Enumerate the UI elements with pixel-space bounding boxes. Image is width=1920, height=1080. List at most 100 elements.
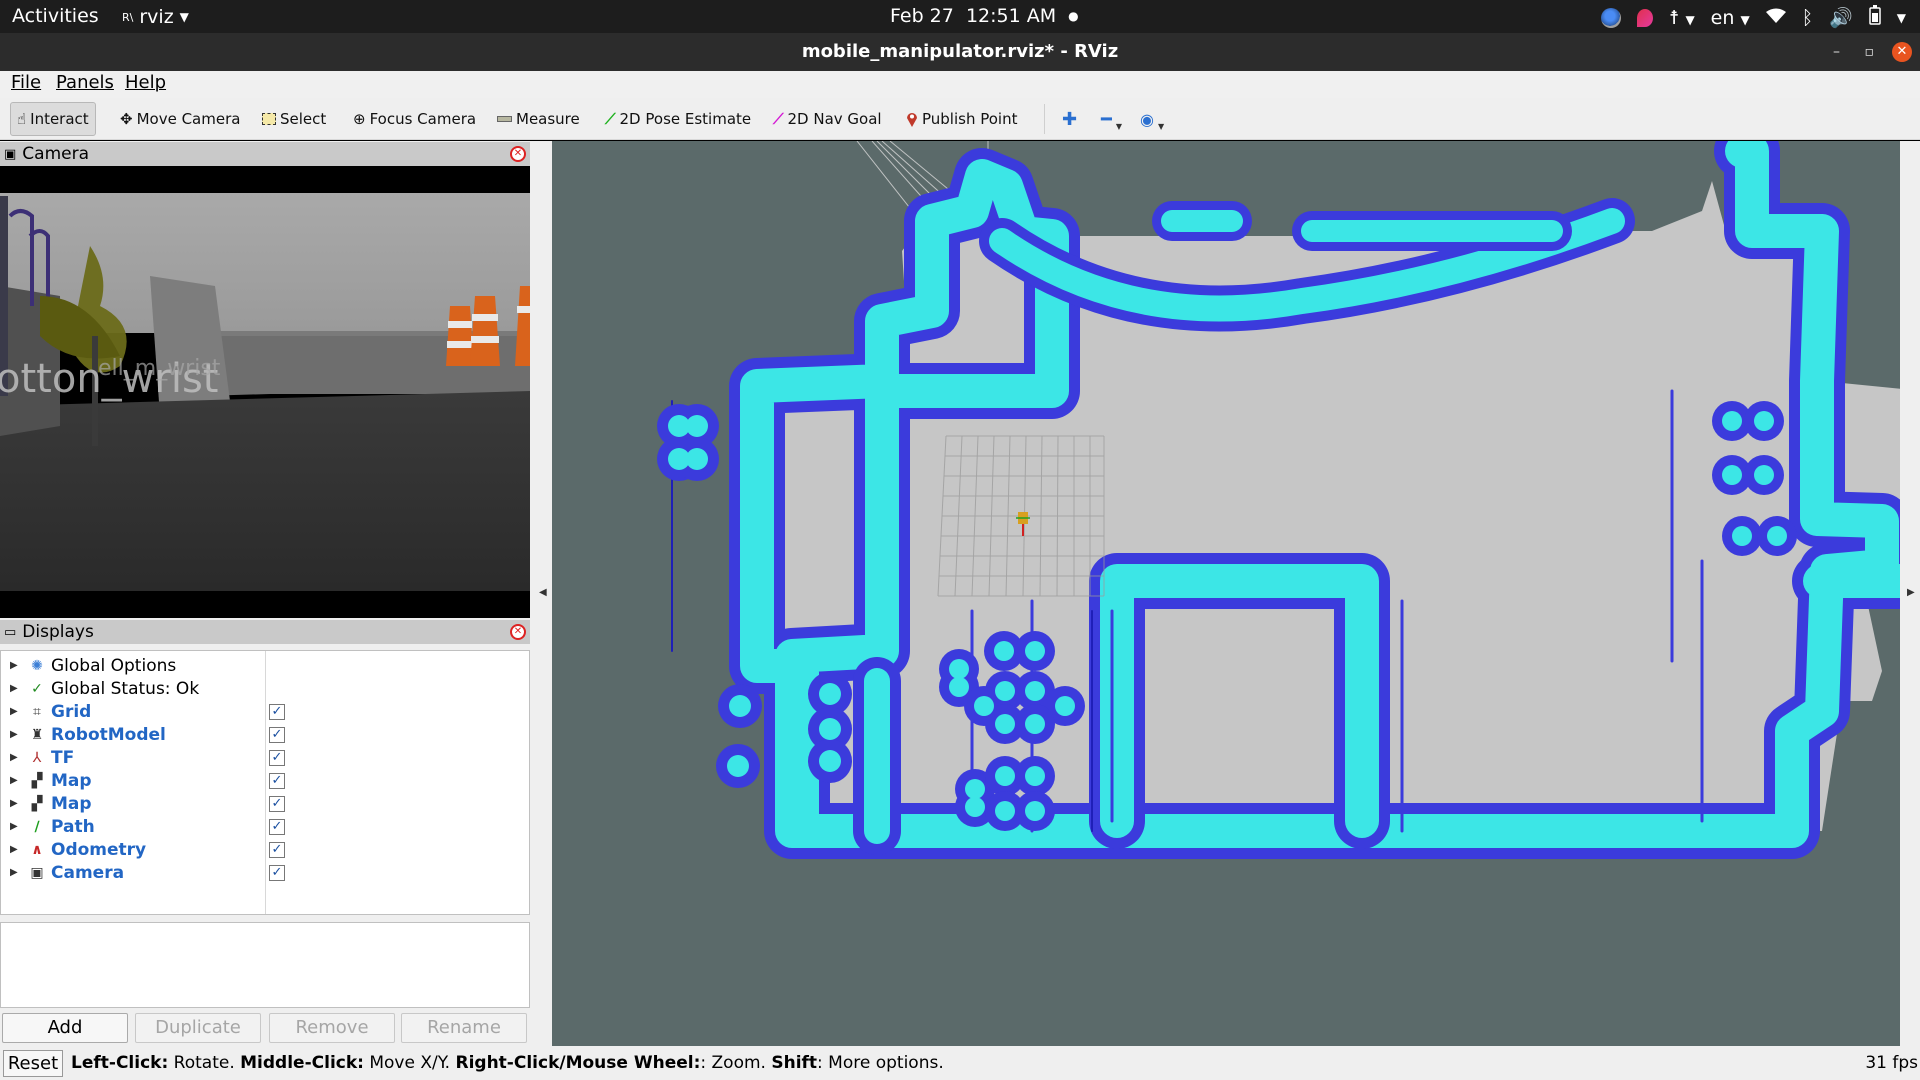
expand-arrow-icon[interactable]: ▶: [10, 752, 18, 763]
system-top-bar: Activities R\ rviz ▼ Feb 27 12:51 AM ● ☨ …: [0, 0, 1920, 33]
menu-help[interactable]: Help: [125, 72, 166, 93]
select-tool-button[interactable]: Select: [262, 106, 326, 132]
checkmark-icon: ✓: [31, 680, 43, 697]
enable-checkbox[interactable]: ✓: [269, 795, 285, 812]
close-panel-button[interactable]: ✕: [510, 624, 526, 640]
clock[interactable]: Feb 27 12:51 AM ●: [890, 5, 1079, 27]
minus-icon: ━: [1101, 108, 1112, 130]
green-arrow-icon: ⟋: [605, 110, 616, 128]
hint-text: Move X/Y.: [363, 1053, 456, 1073]
view-options-button[interactable]: ◉ ▼: [1140, 106, 1164, 132]
color-picker-icon[interactable]: [1637, 8, 1654, 27]
hint-key: Shift: [771, 1053, 818, 1073]
display-row-grid[interactable]: ▶ ⌗ Grid ✓: [1, 700, 529, 723]
add-tool-button[interactable]: ✚: [1062, 106, 1077, 132]
close-panel-button[interactable]: ✕: [510, 146, 526, 162]
display-row-map[interactable]: ▶ ▞ Map ✓: [1, 769, 529, 792]
battery-icon[interactable]: [1869, 5, 1881, 30]
maximize-button[interactable]: ▫: [1865, 33, 1875, 71]
menu-file[interactable]: File: [11, 72, 41, 93]
measure-tool-button[interactable]: Measure: [497, 106, 580, 132]
display-row-global-status[interactable]: ▶ ✓ Global Status: Ok: [1, 677, 529, 700]
map-render: [657, 141, 1900, 859]
display-row-odometry[interactable]: ▶ ∧ Odometry ✓: [1, 838, 529, 861]
nav-goal-label: 2D Nav Goal: [787, 110, 882, 128]
display-label: Global Options: [51, 655, 177, 676]
dock-splitter-left[interactable]: ◀: [532, 141, 552, 1046]
expand-arrow-icon[interactable]: ▶: [10, 729, 18, 740]
mouse-hint: Left-Click: Rotate. Middle-Click: Move X…: [71, 1053, 944, 1073]
window-title-bar: mobile_manipulator.rviz* - RViz – ▫ ✕: [0, 33, 1920, 71]
expand-arrow-icon[interactable]: ▶: [10, 867, 18, 878]
dock-splitter-right[interactable]: ▶: [1900, 141, 1920, 1046]
rename-button[interactable]: Rename: [401, 1013, 527, 1043]
enable-checkbox[interactable]: ✓: [269, 841, 285, 858]
collapse-left-icon[interactable]: ◀: [539, 587, 547, 598]
grid-icon: ⌗: [33, 703, 41, 720]
expand-arrow-icon[interactable]: ▶: [10, 798, 18, 809]
display-row-camera[interactable]: ▶ ▣ Camera ✓: [1, 861, 529, 884]
enable-checkbox[interactable]: ✓: [269, 818, 285, 835]
magenta-arrow-icon: ⟋: [773, 110, 784, 128]
hint-key: Right-Click/Mouse Wheel:: [455, 1053, 701, 1073]
3d-render-viewport[interactable]: [552, 141, 1900, 1046]
move-camera-tool-button[interactable]: ✥ Move Camera: [120, 106, 240, 132]
plus-icon: ✚: [1062, 108, 1078, 130]
expand-arrow-icon[interactable]: ▶: [10, 706, 18, 717]
displays-tree: ▶ ✺ Global Options ▶ ✓ Global Status: Ok…: [0, 650, 530, 915]
focus-camera-label: Focus Camera: [369, 110, 477, 128]
minimize-button[interactable]: –: [1833, 33, 1840, 71]
menu-panels[interactable]: Panels: [56, 72, 114, 93]
display-label: TF: [51, 747, 75, 768]
language-indicator[interactable]: en ▼: [1711, 7, 1750, 29]
app-menu[interactable]: R\ rviz ▼: [122, 6, 189, 28]
camera-panel-header[interactable]: ▣ Camera ✕: [0, 142, 530, 166]
pose-estimate-label: 2D Pose Estimate: [619, 110, 752, 128]
enable-checkbox[interactable]: ✓: [269, 749, 285, 766]
enable-checkbox[interactable]: ✓: [269, 864, 285, 881]
remove-button[interactable]: Remove: [269, 1013, 395, 1043]
activities-button[interactable]: Activities: [12, 5, 99, 27]
add-button[interactable]: Add: [2, 1013, 128, 1043]
remove-tool-button[interactable]: ━ ▼: [1101, 106, 1122, 132]
interact-tool-button[interactable]: ☝ Interact: [10, 102, 96, 136]
enable-checkbox[interactable]: ✓: [269, 772, 285, 789]
pose-estimate-tool-button[interactable]: ⟋ 2D Pose Estimate: [605, 106, 751, 132]
reset-button[interactable]: Reset: [3, 1050, 63, 1077]
displays-panel-header[interactable]: ▭ Displays ✕: [0, 620, 530, 644]
wifi-icon[interactable]: [1765, 7, 1786, 29]
expand-arrow-icon[interactable]: ▶: [10, 844, 18, 855]
toolbar-separator: [1044, 104, 1045, 134]
focus-camera-tool-button[interactable]: ⊕ Focus Camera: [353, 106, 476, 132]
volume-icon[interactable]: 🔊: [1829, 6, 1853, 29]
camera-image-view: otton_wrist ell_m_wrist: [0, 166, 530, 618]
nav-goal-tool-button[interactable]: ⟋ 2D Nav Goal: [773, 106, 882, 132]
expand-right-icon[interactable]: ▶: [1907, 587, 1915, 598]
display-row-map[interactable]: ▶ ▞ Map ✓: [1, 792, 529, 815]
expand-arrow-icon[interactable]: ▶: [10, 775, 18, 786]
move-camera-label: Move Camera: [136, 110, 241, 128]
display-row-global-options[interactable]: ▶ ✺ Global Options: [1, 654, 529, 677]
display-row-robotmodel[interactable]: ▶ ♜ RobotModel ✓: [1, 723, 529, 746]
chrome-icon[interactable]: [1601, 7, 1622, 28]
tool-bar: ☝ Interact ✥ Move Camera Select ⊕ Focus …: [0, 98, 1920, 140]
enable-checkbox[interactable]: ✓: [269, 726, 285, 743]
map-icon: ▞: [31, 795, 43, 812]
display-row-path[interactable]: ▶ ∕ Path ✓: [1, 815, 529, 838]
expand-arrow-icon[interactable]: ▶: [10, 683, 18, 694]
expand-arrow-icon[interactable]: ▶: [10, 660, 18, 671]
enable-checkbox[interactable]: ✓: [269, 703, 285, 720]
duplicate-button[interactable]: Duplicate: [135, 1013, 261, 1043]
display-label: Map: [51, 770, 92, 791]
expand-arrow-icon[interactable]: ▶: [10, 821, 18, 832]
gear-icon: ✺: [31, 657, 43, 674]
hint-key: Left-Click:: [71, 1053, 169, 1073]
publish-point-tool-button[interactable]: Publish Point: [906, 106, 1017, 132]
accessibility-icon[interactable]: ☨ ▼: [1669, 7, 1695, 29]
close-button[interactable]: ✕: [1892, 42, 1912, 62]
display-label: Grid: [51, 701, 92, 722]
chevron-down-icon[interactable]: ▼: [1897, 11, 1906, 25]
display-row-tf[interactable]: ▶ ⅄ TF ✓: [1, 746, 529, 769]
bluetooth-icon[interactable]: ᛒ: [1802, 7, 1813, 29]
rviz-app-icon: R\: [122, 10, 134, 24]
